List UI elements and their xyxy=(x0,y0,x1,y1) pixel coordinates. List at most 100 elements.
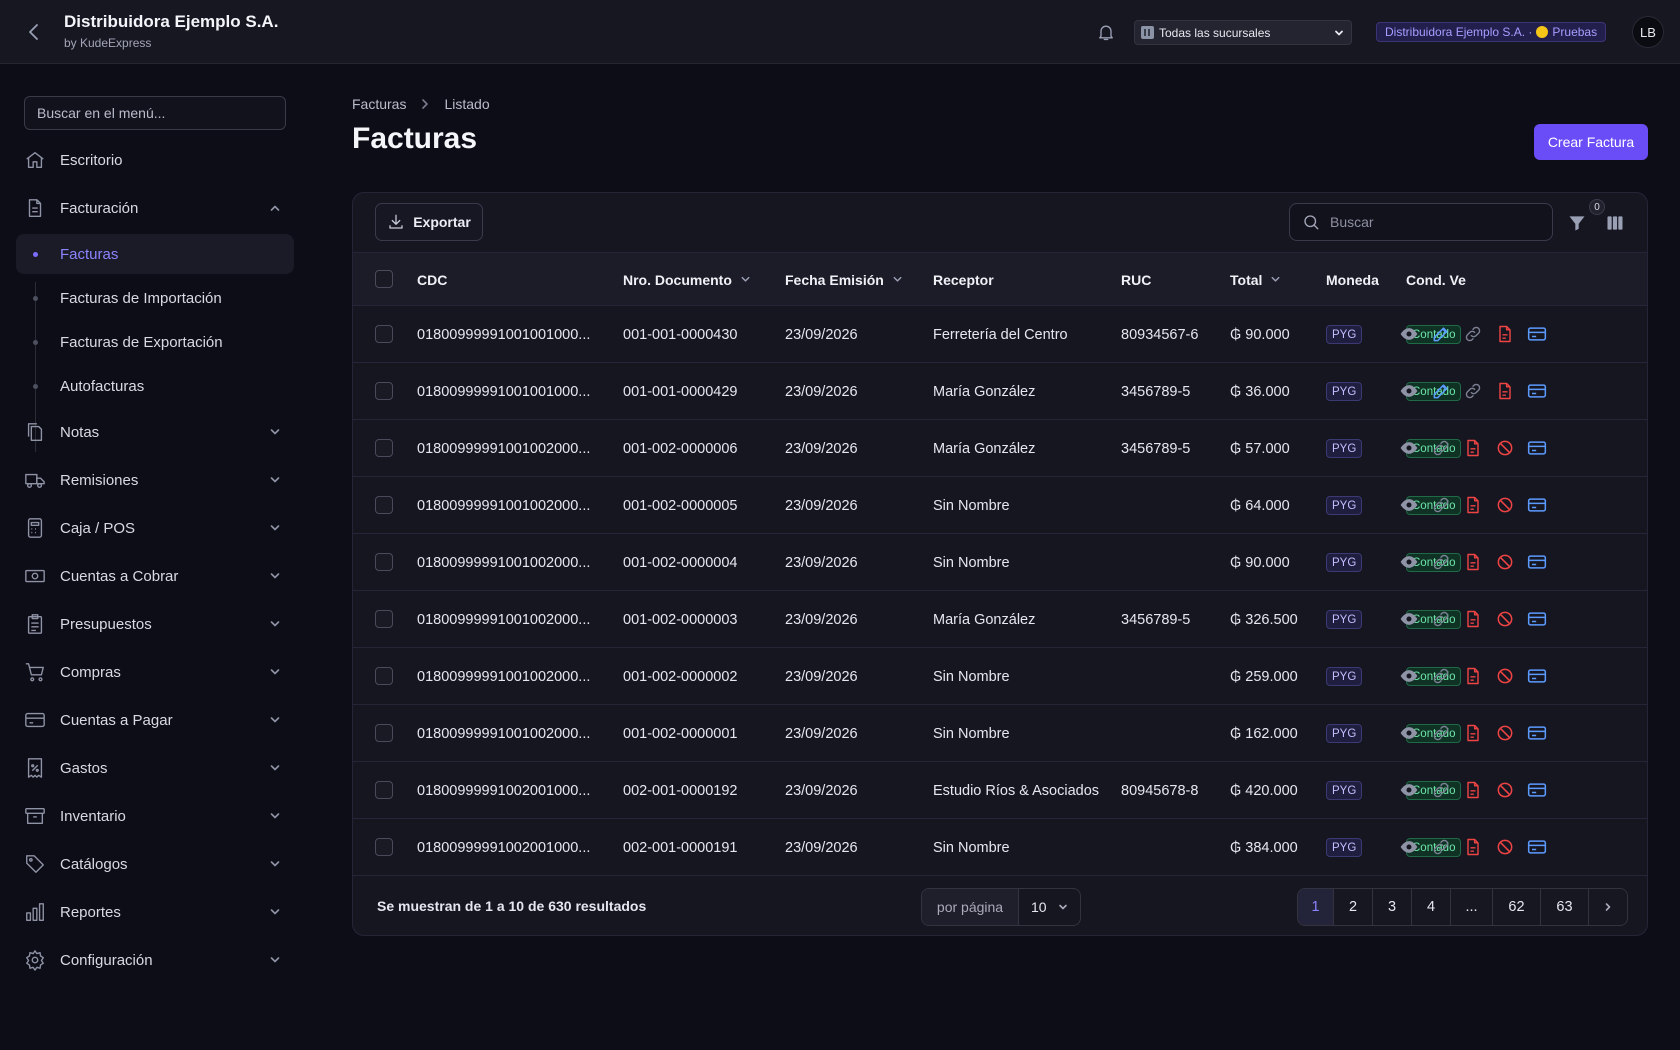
row-checkbox[interactable] xyxy=(375,667,393,685)
link-icon[interactable] xyxy=(1431,438,1451,458)
pdf-file-icon[interactable] xyxy=(1463,666,1483,686)
cancel-icon[interactable] xyxy=(1495,438,1515,458)
select-all-checkbox[interactable] xyxy=(375,270,393,288)
table-row[interactable]: 01800999991001002000... 001-002-0000005 23… xyxy=(353,477,1647,534)
payment-card-icon[interactable] xyxy=(1527,324,1547,344)
back-arrow-icon[interactable] xyxy=(22,20,46,44)
row-checkbox[interactable] xyxy=(375,781,393,799)
link-icon[interactable] xyxy=(1463,324,1483,344)
row-checkbox[interactable] xyxy=(375,553,393,571)
eye-icon[interactable] xyxy=(1399,666,1419,686)
row-checkbox[interactable] xyxy=(375,325,393,343)
export-button[interactable]: Exportar xyxy=(375,203,483,241)
table-search[interactable] xyxy=(1289,203,1553,241)
pdf-file-icon[interactable] xyxy=(1463,837,1483,857)
cancel-icon[interactable] xyxy=(1495,552,1515,572)
row-checkbox[interactable] xyxy=(375,838,393,856)
row-checkbox[interactable] xyxy=(375,724,393,742)
pdf-file-icon[interactable] xyxy=(1495,381,1515,401)
link-icon[interactable] xyxy=(1431,837,1451,857)
column-header-nro[interactable]: Nro. Documento xyxy=(623,253,752,306)
row-checkbox[interactable] xyxy=(375,382,393,400)
column-header-fecha[interactable]: Fecha Emisión xyxy=(785,253,904,306)
table-row[interactable]: 01800999991001001000... 001-001-0000429 23… xyxy=(353,363,1647,420)
link-icon[interactable] xyxy=(1463,381,1483,401)
page-button-1[interactable]: 1 xyxy=(1298,889,1334,925)
cancel-icon[interactable] xyxy=(1495,780,1515,800)
column-header-total[interactable]: Total xyxy=(1230,253,1282,306)
sidebar-item-configuracion[interactable]: Configuración xyxy=(24,944,286,976)
sidebar-item-catalogos[interactable]: Catálogos xyxy=(24,848,286,880)
payment-card-icon[interactable] xyxy=(1527,723,1547,743)
payment-card-icon[interactable] xyxy=(1527,438,1547,458)
sidebar-item-caja-pos[interactable]: Caja / POS xyxy=(24,512,286,544)
pdf-file-icon[interactable] xyxy=(1463,552,1483,572)
table-row[interactable]: 01800999991002001000... 002-001-0000192 23… xyxy=(353,762,1647,819)
table-search-input[interactable] xyxy=(1330,214,1530,230)
eye-icon[interactable] xyxy=(1399,780,1419,800)
edit-icon[interactable] xyxy=(1431,381,1451,401)
table-row[interactable]: 01800999991001002000... 001-002-0000002 23… xyxy=(353,648,1647,705)
cancel-icon[interactable] xyxy=(1495,495,1515,515)
payment-card-icon[interactable] xyxy=(1527,381,1547,401)
cancel-icon[interactable] xyxy=(1495,723,1515,743)
cancel-icon[interactable] xyxy=(1495,837,1515,857)
eye-icon[interactable] xyxy=(1399,324,1419,344)
table-row[interactable]: 01800999991001002000... 001-002-0000006 23… xyxy=(353,420,1647,477)
payment-card-icon[interactable] xyxy=(1527,552,1547,572)
sidebar-item-gastos[interactable]: Gastos xyxy=(24,752,286,784)
payment-card-icon[interactable] xyxy=(1527,666,1547,686)
pdf-file-icon[interactable] xyxy=(1463,495,1483,515)
eye-icon[interactable] xyxy=(1399,837,1419,857)
page-button-3[interactable]: 3 xyxy=(1373,889,1412,925)
sidebar-subitem-importacion[interactable]: Facturas de Importación xyxy=(16,278,294,318)
payment-card-icon[interactable] xyxy=(1527,780,1547,800)
menu-search-input[interactable] xyxy=(24,96,286,130)
sidebar-item-escritorio[interactable]: Escritorio xyxy=(24,144,286,176)
link-icon[interactable] xyxy=(1431,723,1451,743)
next-page-button[interactable] xyxy=(1589,889,1627,925)
user-avatar[interactable]: LB xyxy=(1632,16,1664,48)
sidebar-item-cuentas-pagar[interactable]: Cuentas a Pagar xyxy=(24,704,286,736)
page-button-2[interactable]: 2 xyxy=(1334,889,1373,925)
eye-icon[interactable] xyxy=(1399,381,1419,401)
pdf-file-icon[interactable] xyxy=(1495,324,1515,344)
columns-icon[interactable] xyxy=(1605,213,1625,233)
sidebar-item-facturacion[interactable]: Facturación xyxy=(24,192,286,224)
edit-icon[interactable] xyxy=(1431,324,1451,344)
eye-icon[interactable] xyxy=(1399,495,1419,515)
eye-icon[interactable] xyxy=(1399,609,1419,629)
row-checkbox[interactable] xyxy=(375,496,393,514)
pdf-file-icon[interactable] xyxy=(1463,723,1483,743)
cancel-icon[interactable] xyxy=(1495,666,1515,686)
create-invoice-button[interactable]: Crear Factura xyxy=(1534,124,1648,160)
eye-icon[interactable] xyxy=(1399,723,1419,743)
link-icon[interactable] xyxy=(1431,495,1451,515)
sidebar-item-inventario[interactable]: Inventario xyxy=(24,800,286,832)
link-icon[interactable] xyxy=(1431,780,1451,800)
table-row[interactable]: 01800999991002001000... 002-001-0000191 23… xyxy=(353,819,1647,876)
per-page-select[interactable]: por página 10 xyxy=(921,888,1081,926)
payment-card-icon[interactable] xyxy=(1527,495,1547,515)
pdf-file-icon[interactable] xyxy=(1463,609,1483,629)
pdf-file-icon[interactable] xyxy=(1463,438,1483,458)
row-checkbox[interactable] xyxy=(375,439,393,457)
table-row[interactable]: 01800999991001002000... 001-002-0000003 23… xyxy=(353,591,1647,648)
sidebar-item-remisiones[interactable]: Remisiones xyxy=(24,464,286,496)
page-button-62[interactable]: 62 xyxy=(1493,889,1541,925)
sidebar-item-notas[interactable]: Notas xyxy=(24,416,286,448)
page-button-63[interactable]: 63 xyxy=(1541,889,1589,925)
branch-select[interactable]: Todas las sucursales xyxy=(1134,20,1352,45)
link-icon[interactable] xyxy=(1431,552,1451,572)
payment-card-icon[interactable] xyxy=(1527,837,1547,857)
sidebar-subitem-facturas[interactable]: Facturas xyxy=(16,234,294,274)
sidebar-item-reportes[interactable]: Reportes xyxy=(24,896,286,928)
table-row[interactable]: 01800999991001001000... 001-001-0000430 23… xyxy=(353,306,1647,363)
payment-card-icon[interactable] xyxy=(1527,609,1547,629)
sidebar-item-presupuestos[interactable]: Presupuestos xyxy=(24,608,286,640)
cancel-icon[interactable] xyxy=(1495,609,1515,629)
bell-icon[interactable] xyxy=(1096,22,1116,42)
pdf-file-icon[interactable] xyxy=(1463,780,1483,800)
table-row[interactable]: 01800999991001002000... 001-002-0000004 23… xyxy=(353,534,1647,591)
row-checkbox[interactable] xyxy=(375,610,393,628)
